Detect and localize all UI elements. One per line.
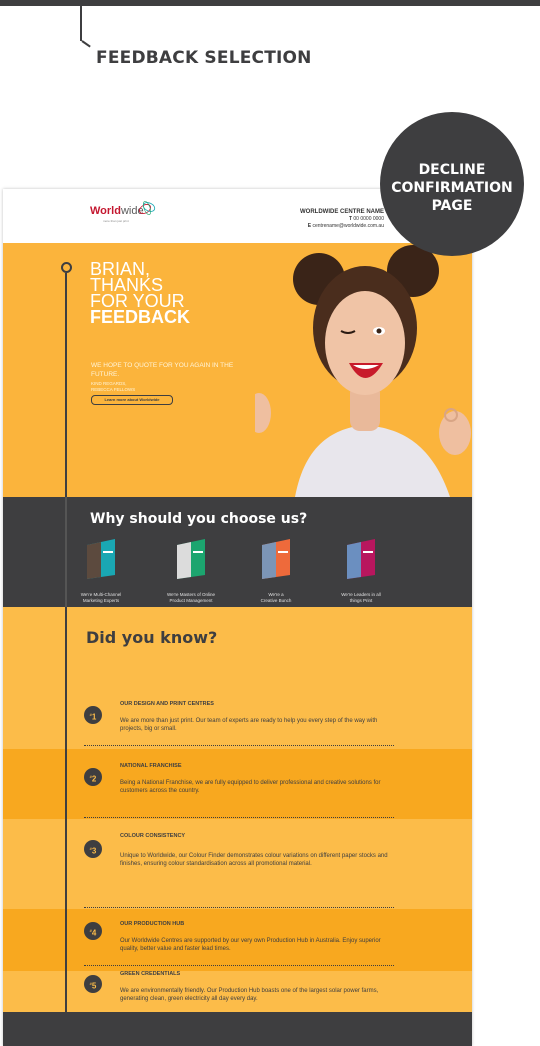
- logo-word-bold: World: [90, 205, 121, 217]
- hero-subtext: WE HOPE TO QUOTE FOR YOU AGAIN IN THE FU…: [91, 362, 234, 378]
- centre-contact: WORLDWIDE CENTRE NAME T 00 0000 0000 E c…: [300, 209, 384, 230]
- timeline-line-bottom: [65, 1030, 67, 1046]
- divider-1: [84, 745, 394, 746]
- card-2-text: We're Masters of Online Product Managemen…: [151, 592, 231, 604]
- signer-name: REBECCA FELLOWS: [91, 387, 136, 392]
- hero-timeline-line: [65, 273, 67, 497]
- hero-woman-photo: [255, 243, 472, 497]
- card-1-text: We're Multi-Channel Marketing Experts: [61, 592, 141, 604]
- fact-3-num: 3: [91, 846, 97, 856]
- badge-line-2: CONFIRMATION: [391, 180, 513, 196]
- worldwide-logo[interactable]: Worldwide: [90, 205, 144, 217]
- service-card-2: We're Masters of Online Product Managemen…: [151, 537, 231, 618]
- hero-signoff: KIND REGARDS, REBECCA FELLOWS: [91, 381, 135, 393]
- fact-4-num: 4: [91, 928, 97, 938]
- decline-confirmation-badge: DECLINE CONFIRMATION PAGE: [380, 112, 524, 256]
- phone-label: T: [348, 216, 353, 222]
- hero-line-4: FEEDBACK: [90, 307, 191, 327]
- fact-1-num: 1: [91, 712, 97, 722]
- fact-heading-2: NATIONAL FRANCHISE: [120, 763, 182, 769]
- timeline-node: [61, 262, 72, 273]
- fact-number-3: #3: [84, 840, 102, 858]
- timeline-tick: [81, 40, 91, 48]
- divider-4: [84, 965, 394, 966]
- presentation-page: FEEDBACK SELECTION DECLINE CONFIRMATION …: [0, 0, 540, 1046]
- why-title: Why should you choose us?: [90, 511, 308, 527]
- badge-line-3: PAGE: [431, 198, 473, 214]
- fact-number-4: #4: [84, 922, 102, 940]
- card-4-text: We're Leaders in all things Print: [321, 592, 401, 604]
- timeline-line-top: [80, 6, 82, 41]
- card-3-line-2: Creative Bunch: [260, 598, 292, 603]
- fact-body-5: We are environmentally friendly. Our Pro…: [120, 988, 379, 1002]
- fact-2-num: 2: [91, 774, 97, 784]
- card-1-line-2: Marketing Experts: [82, 598, 120, 603]
- logo-swirl-icon: [139, 201, 156, 215]
- logo-tagline: more than just print: [103, 219, 129, 223]
- email-mockup: Worldwide more than just print WORLDWIDE…: [3, 189, 472, 1046]
- centre-phone[interactable]: 00 0000 0000: [353, 216, 384, 222]
- card-3-text: We're a Creative Bunch: [236, 592, 316, 604]
- brochure-green-icon: [177, 539, 205, 579]
- fact-heading-4: OUR PRODUCTION HUB: [120, 921, 185, 927]
- did-you-know-section: Did you know? #1 OUR DESIGN AND PRINT CE…: [3, 607, 472, 1012]
- fact-heading-5: GREEN CREDENTIALS: [120, 971, 181, 977]
- card-2-line-2: Product Management: [169, 598, 213, 603]
- brochure-teal-icon: [87, 539, 115, 579]
- learn-more-button[interactable]: Learn more about Worldwide: [91, 395, 173, 405]
- email-label: E: [307, 223, 312, 229]
- fact-body-1: We are more than just print. Our team of…: [120, 718, 378, 732]
- hero-heading: BRIAN, THANKS FOR YOUR FEEDBACK: [90, 260, 191, 327]
- divider-2: [84, 817, 394, 818]
- fact-number-2: #2: [84, 768, 102, 786]
- card-4-line-2: things Print: [349, 598, 373, 603]
- badge-line-1: DECLINE: [418, 162, 486, 178]
- fact-body-3: Unique to Worldwide, our Colour Finder d…: [120, 853, 388, 867]
- fact-heading-3: COLOUR CONSISTENCY: [120, 833, 186, 839]
- service-card-1: We're Multi-ChannelMarketing Experts FIN…: [61, 537, 141, 618]
- brochure-magenta-icon: [347, 539, 375, 579]
- fact-number-5: #5: [84, 975, 102, 993]
- divider-3: [84, 907, 394, 908]
- centre-phone-row: T 00 0000 0000: [300, 216, 384, 223]
- hero-banner: BRIAN, THANKS FOR YOUR FEEDBACK WE HOPE …: [3, 243, 472, 497]
- email-footer: [3, 1012, 472, 1046]
- did-you-know-title: Did you know?: [86, 628, 218, 647]
- fact-body-2: Being a National Franchise, we are fully…: [120, 780, 381, 794]
- fact-5-num: 5: [91, 981, 97, 991]
- fact-number-1: #1: [84, 706, 102, 724]
- dyk-timeline-line: [65, 607, 67, 1012]
- centre-name: WORLDWIDE CENTRE NAME: [300, 209, 384, 215]
- fact-body-4: Our Worldwide Centres are supported by o…: [120, 938, 381, 952]
- fact-heading-1: OUR DESIGN AND PRINT CENTRES: [120, 701, 214, 707]
- service-card-3: We're aCreative Bunch FIND OUT MORE...: [236, 537, 316, 618]
- section-title: FEEDBACK SELECTION: [96, 48, 312, 68]
- brochure-orange-icon: [262, 539, 290, 579]
- service-card-4: We're Leaders in allthings Print FIND OU…: [321, 537, 401, 618]
- centre-email[interactable]: centrename@worldwide.com.au: [313, 223, 385, 229]
- why-choose-us-section: Why should you choose us? We're Multi-Ch…: [3, 497, 472, 618]
- centre-email-row: E centrename@worldwide.com.au: [300, 223, 384, 230]
